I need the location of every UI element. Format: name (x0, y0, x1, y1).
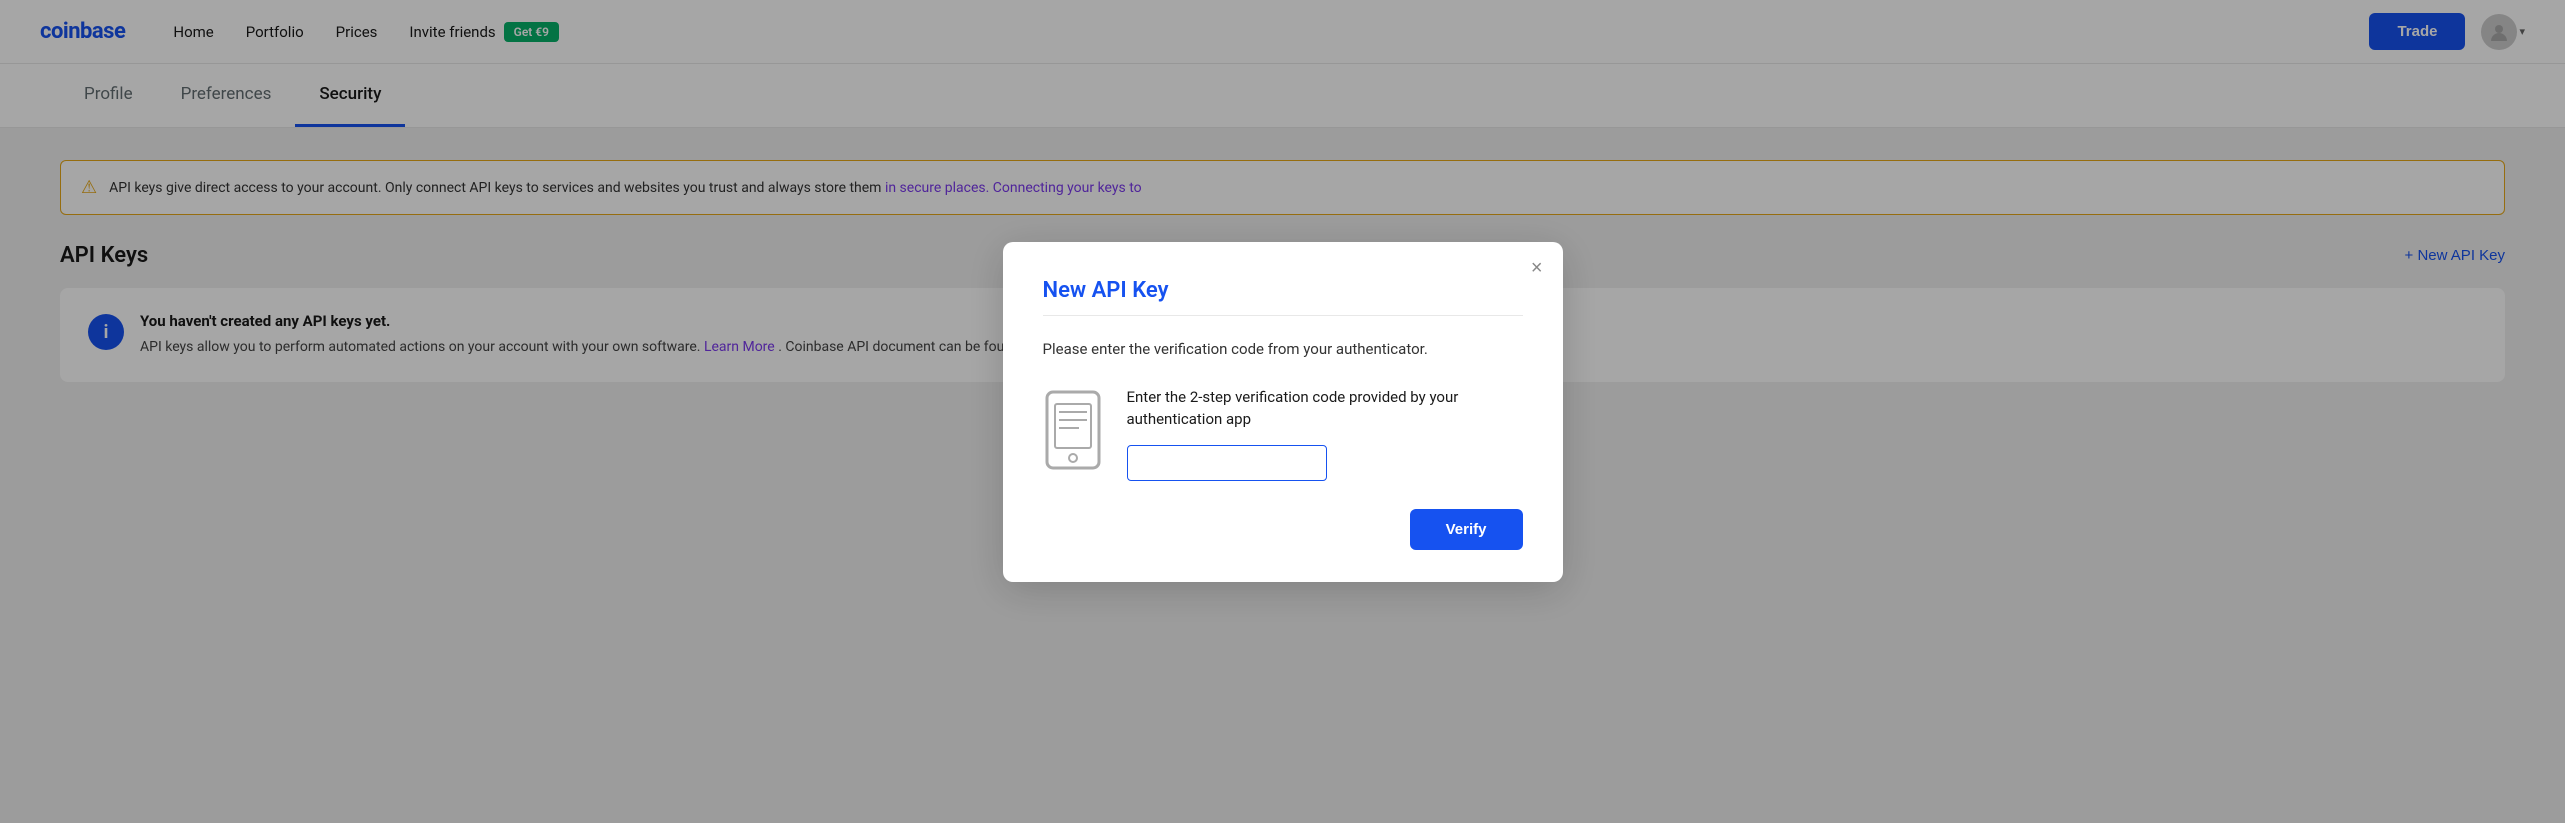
verify-button[interactable]: Verify (1410, 509, 1523, 550)
modal-input-section: Enter the 2-step verification code provi… (1127, 386, 1523, 481)
modal-footer: Verify (1043, 509, 1523, 550)
modal-close-button[interactable]: × (1531, 258, 1543, 278)
modal-overlay[interactable]: × New API Key Please enter the verificat… (0, 0, 2565, 823)
modal-subtitle: Please enter the verification code from … (1043, 340, 1523, 358)
modal-body: Enter the 2-step verification code provi… (1043, 386, 1523, 481)
modal-divider (1043, 315, 1523, 316)
verification-code-input[interactable] (1127, 445, 1327, 481)
modal-instruction: Enter the 2-step verification code provi… (1127, 386, 1523, 431)
new-api-key-modal: × New API Key Please enter the verificat… (1003, 242, 1563, 582)
phone-icon (1043, 390, 1103, 474)
modal-title: New API Key (1043, 278, 1523, 303)
